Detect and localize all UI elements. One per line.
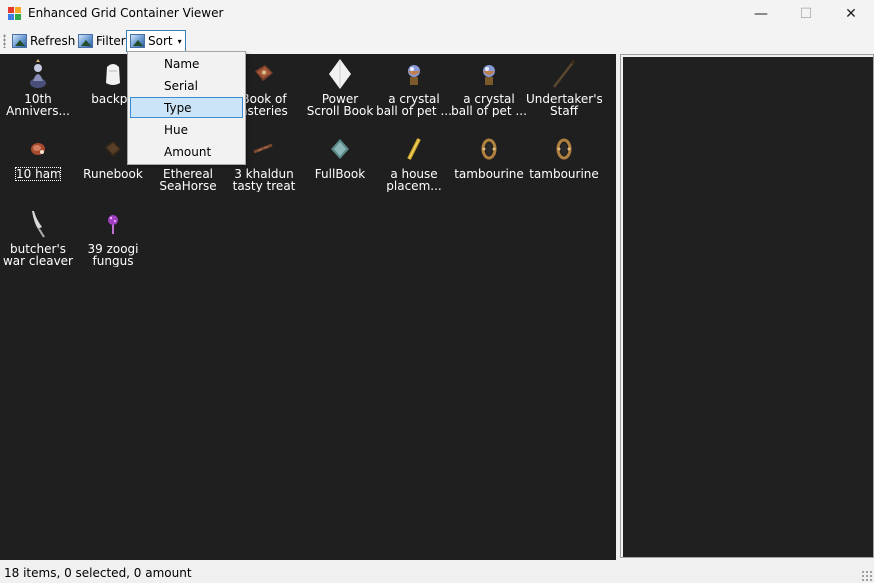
grid-item-label-line2: Scroll Book bbox=[306, 104, 374, 117]
picture-icon bbox=[130, 34, 145, 48]
runebook-icon bbox=[99, 133, 127, 165]
grid-item[interactable]: 10 ham bbox=[0, 131, 76, 203]
grid-item-label: FullBook bbox=[302, 168, 378, 180]
status-bar: 18 items, 0 selected, 0 amount bbox=[0, 563, 874, 583]
chevron-down-icon: ▾ bbox=[177, 36, 182, 46]
resize-grip-icon[interactable] bbox=[861, 570, 872, 581]
picture-icon bbox=[78, 34, 93, 48]
grid-item-label-line2: placem... bbox=[386, 179, 442, 192]
fullbook-icon bbox=[326, 133, 354, 165]
minimize-icon: — bbox=[754, 6, 768, 22]
refresh-label: Refresh bbox=[30, 34, 76, 48]
grid-item-label: 3 khaldun tasty treat bbox=[226, 168, 302, 192]
grid-item-label-line1: FullBook bbox=[314, 168, 366, 180]
grid-item-label: 10th Annivers... bbox=[0, 93, 76, 117]
house-placement-icon bbox=[400, 133, 428, 165]
cleaver-icon bbox=[24, 208, 52, 240]
fungus-icon bbox=[99, 208, 127, 240]
grid-item[interactable]: a crystal ball of pet ... bbox=[451, 56, 527, 128]
grid-item-label-line1: Runebook bbox=[83, 168, 143, 180]
grid-item[interactable]: tambourine bbox=[451, 131, 527, 203]
treat-icon bbox=[250, 133, 278, 165]
grid-item-label: Power Scroll Book bbox=[302, 93, 378, 117]
grid-item-label: butcher's war cleaver bbox=[0, 243, 76, 267]
grid-item-label: a house placem... bbox=[376, 168, 452, 192]
close-icon: ✕ bbox=[845, 6, 857, 22]
grid-item-label: Ethereal SeaHorse bbox=[150, 168, 226, 192]
tambourine-icon bbox=[550, 133, 578, 165]
grid-item-label-line2: fungus bbox=[92, 254, 134, 267]
scroll-book-icon bbox=[326, 58, 354, 90]
sort-label: Sort bbox=[148, 34, 173, 48]
staff-icon bbox=[550, 58, 578, 90]
grid-item-label-line1: tambourine bbox=[454, 168, 524, 180]
grid-item[interactable]: tambourine bbox=[526, 131, 602, 203]
filter-button[interactable]: Filter bbox=[75, 31, 129, 51]
tambourine-icon bbox=[475, 133, 503, 165]
ham-icon bbox=[24, 133, 52, 165]
sort-menu-item-serial[interactable]: Serial bbox=[130, 75, 243, 96]
grid-item-label-line1: tambourine bbox=[529, 168, 599, 180]
sort-menu-item-hue[interactable]: Hue bbox=[130, 119, 243, 140]
grid-item[interactable]: 39 zoogi fungus bbox=[75, 206, 151, 278]
grid-item[interactable]: butcher's war cleaver bbox=[0, 206, 76, 278]
window-title: Enhanced Grid Container Viewer bbox=[28, 6, 224, 20]
grid-item[interactable]: a crystal ball of pet ... bbox=[376, 56, 452, 128]
item-grid[interactable]: 10th Annivers... backpa Book of asteries Powe… bbox=[0, 54, 616, 560]
grid-item-label: 10 ham bbox=[15, 167, 61, 181]
grid-item[interactable]: Power Scroll Book bbox=[302, 56, 378, 128]
status-text: 18 items, 0 selected, 0 amount bbox=[4, 566, 192, 580]
book-icon bbox=[250, 58, 278, 90]
sort-dropdown-button[interactable]: Sort ▾ bbox=[126, 30, 186, 52]
grid-item-label-line2: SeaHorse bbox=[159, 179, 217, 192]
grid-item-label: a crystal ball of pet ... bbox=[451, 93, 527, 117]
filter-label: Filter bbox=[96, 34, 126, 48]
grid-item-label: Undertaker's Staff bbox=[526, 93, 602, 117]
picture-icon bbox=[12, 34, 27, 48]
grid-item-label-line2: tasty treat bbox=[232, 179, 296, 192]
grid-item-label: tambourine bbox=[526, 168, 602, 180]
grid-item-label: a crystal ball of pet ... bbox=[376, 93, 452, 117]
title-bar: Enhanced Grid Container Viewer — ☐ ✕ bbox=[0, 0, 874, 28]
grid-item-label-line2: ball of pet ... bbox=[376, 104, 452, 117]
grid-item-label-line2: Staff bbox=[550, 104, 578, 117]
crystal-ball-icon bbox=[400, 58, 428, 90]
grid-item[interactable]: 10th Annivers... bbox=[0, 56, 76, 128]
sort-menu-item-name[interactable]: Name bbox=[130, 53, 243, 74]
sort-menu-item-amount[interactable]: Amount bbox=[130, 141, 243, 162]
maximize-button[interactable]: ☐ bbox=[783, 0, 829, 28]
preview-panel bbox=[620, 54, 874, 558]
minimize-button[interactable]: — bbox=[738, 0, 784, 28]
grid-item-label-line1: 10 ham bbox=[16, 168, 60, 180]
statue-icon bbox=[24, 58, 52, 90]
grid-item-label-line2: Annivers... bbox=[6, 104, 70, 117]
grid-item[interactable]: FullBook bbox=[302, 131, 378, 203]
grid-item-label-line2: ball of pet ... bbox=[451, 104, 527, 117]
grid-item-label: tambourine bbox=[451, 168, 527, 180]
maximize-icon: ☐ bbox=[799, 6, 813, 22]
crystal-ball-icon bbox=[475, 58, 503, 90]
toolbar-grip-icon[interactable] bbox=[3, 34, 6, 48]
refresh-button[interactable]: Refresh bbox=[9, 31, 78, 51]
grid-item[interactable]: Undertaker's Staff bbox=[526, 56, 602, 128]
grid-item-label: 39 zoogi fungus bbox=[75, 243, 151, 267]
grid-item-label: Runebook bbox=[75, 168, 151, 180]
close-button[interactable]: ✕ bbox=[828, 0, 874, 28]
grid-item-label-line2: war cleaver bbox=[2, 254, 73, 267]
backpack-icon bbox=[99, 58, 127, 90]
sort-menu: Name Serial Type Hue Amount bbox=[127, 51, 246, 165]
sort-menu-item-type[interactable]: Type bbox=[130, 97, 243, 118]
grid-item[interactable]: a house placem... bbox=[376, 131, 452, 203]
preview-area bbox=[623, 57, 873, 557]
app-icon bbox=[8, 7, 21, 20]
